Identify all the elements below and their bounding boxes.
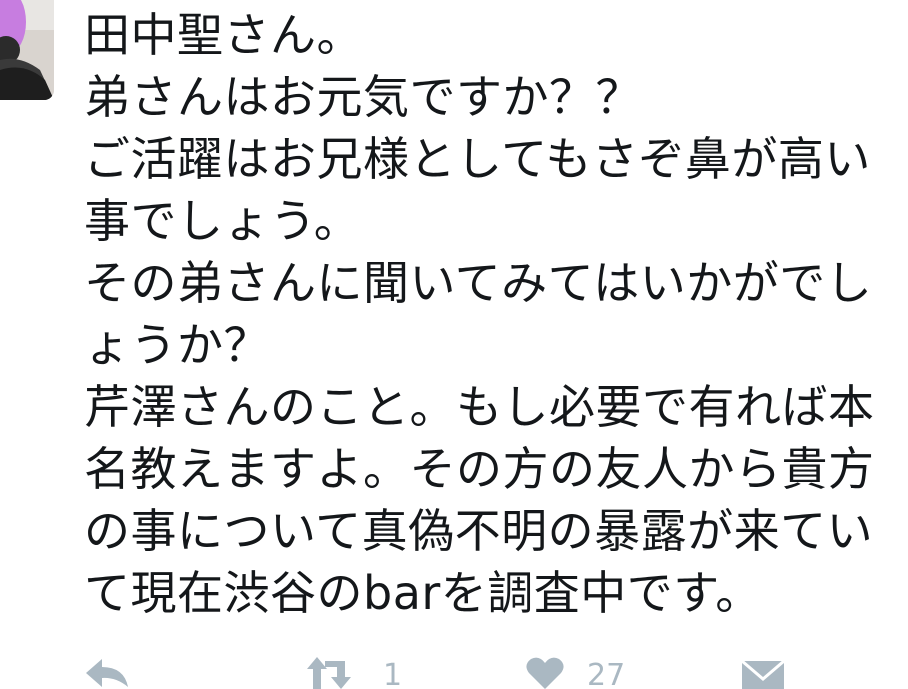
heart-icon (526, 657, 564, 689)
tweet-line: 芹澤さんのこと。もし必要で有れば本 (84, 380, 875, 434)
tweet-line: 名教えますよ。その方の友人から貴方 (84, 442, 875, 496)
tweet-line: ょうか？ (84, 318, 270, 372)
reply-icon (86, 659, 128, 687)
retweet-icon (307, 657, 351, 689)
avatar-image (0, 0, 54, 100)
tweet-actions: 1 27 (0, 655, 908, 689)
tweet-line: 事でしょう。 (84, 194, 361, 248)
tweet-line: 弟さんはお元気ですか？？ (84, 70, 642, 124)
tweet-line: の事について真偽不明の暴露が来てい (84, 504, 874, 558)
like-button[interactable]: 27 (525, 655, 625, 689)
direct-message-button[interactable] (742, 655, 784, 689)
like-count: 27 (587, 658, 626, 689)
tweet-line: ご活躍はお兄様としてもさぞ鼻が高い (84, 132, 871, 186)
envelope-icon (742, 659, 784, 689)
avatar[interactable] (0, 0, 54, 100)
tweet-line: その弟さんに聞いてみてはいかがでし (84, 256, 873, 310)
tweet-line: 田中聖さん。 (84, 8, 363, 62)
retweet-button[interactable]: 1 (305, 655, 402, 689)
retweet-count: 1 (383, 658, 403, 689)
reply-button[interactable] (84, 655, 130, 689)
tweet-text: 田中聖さん。 弟さんはお元気ですか？？ ご活躍はお兄様としてもさぞ鼻が高い 事で… (84, 4, 904, 624)
tweet-line: て現在渋谷のbarを調査中です。 (84, 566, 762, 620)
